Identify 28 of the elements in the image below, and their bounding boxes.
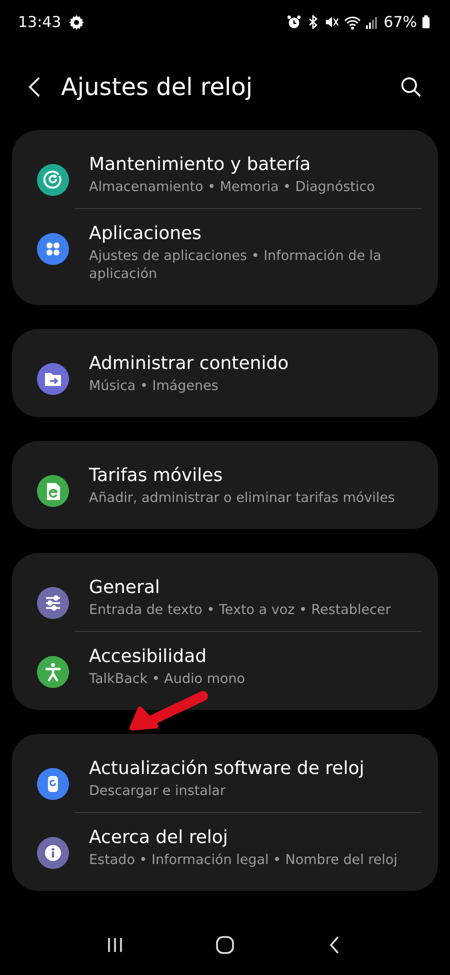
item-subtitle: Ajustes de aplicaciones • Información de la aplicación	[89, 247, 382, 283]
search-icon	[400, 76, 422, 98]
signal-icon	[366, 16, 377, 28]
settings-item[interactable]: Actualización software de reloj	[89, 756, 364, 782]
page-title: Ajustes del reloj	[61, 73, 253, 101]
battery-icon	[422, 15, 430, 29]
item-subtitle: Estado • Información legal • Nombre del reloj	[89, 851, 398, 869]
settings-icon	[69, 14, 84, 30]
item-subtitle: Música • Imágenes	[89, 377, 218, 395]
settings-item[interactable]: Accesibilidad	[89, 644, 207, 670]
item-subtitle: Almacenamiento • Memoria • Diagnóstico	[89, 178, 375, 196]
status-time: 13:43	[18, 13, 62, 31]
item-subtitle: Descargar e instalar	[89, 782, 226, 800]
recent-apps-icon	[105, 935, 125, 955]
item-subtitle: TalkBack • Audio mono	[89, 670, 246, 688]
battery-percent: 67%	[384, 13, 417, 31]
mute-icon	[324, 15, 339, 29]
item-subtitle: Añadir, administrar o eliminar tarifas móviles	[89, 489, 395, 507]
alarm-icon	[286, 15, 301, 29]
settings-item[interactable]: Administrar contenido	[89, 351, 289, 377]
settings-item[interactable]: Mantenimiento y batería	[89, 152, 311, 178]
item-subtitle: Entrada de texto • Texto a voz • Restablecer	[89, 601, 391, 619]
settings-item[interactable]: General	[89, 575, 160, 601]
home-icon	[215, 935, 235, 955]
settings-item[interactable]: Aplicaciones	[89, 221, 202, 247]
settings-item[interactable]: Acerca del reloj	[89, 825, 228, 851]
wifi-icon	[344, 14, 361, 30]
settings-item[interactable]: Tarifas móviles	[89, 463, 223, 489]
